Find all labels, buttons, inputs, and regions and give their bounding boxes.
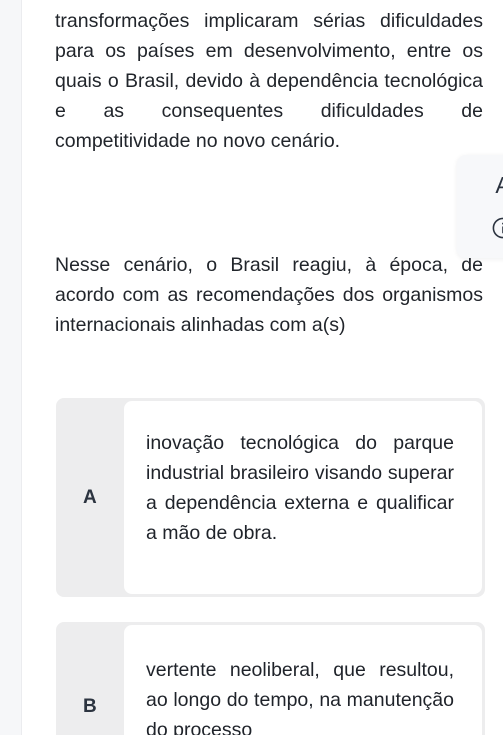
answer-option-a-letter: A <box>83 486 97 508</box>
question-stem: Nesse cenário, o Brasil reagiu, à época,… <box>55 250 483 340</box>
answer-options-list: A inovação tecnológica do parque industr… <box>56 398 485 735</box>
passage-paragraph: transformações implicaram sérias dificul… <box>55 10 483 152</box>
passage-text: transformações implicaram sérias dificul… <box>55 6 483 156</box>
left-rail <box>0 0 22 735</box>
answer-option-b-text: vertente neoliberal, que resultou, ao lo… <box>146 659 454 735</box>
question-content-scroll-area[interactable]: transformações implicaram sérias dificul… <box>23 0 503 735</box>
answer-option-a-body[interactable]: inovação tecnológica do parque industria… <box>124 401 482 594</box>
font-size-button[interactable]: A <box>488 171 503 201</box>
answer-option-a[interactable]: A inovação tecnológica do parque industr… <box>56 398 485 597</box>
answer-option-a-text: inovação tecnológica do parque industria… <box>146 432 454 544</box>
floating-side-toolbar: A <box>457 155 503 258</box>
question-screen: transformações implicaram sérias dificul… <box>0 0 503 735</box>
answer-option-b[interactable]: B vertente neoliberal, que resultou, ao … <box>56 622 485 735</box>
question-stem-paragraph: Nesse cenário, o Brasil reagiu, à época,… <box>55 254 483 336</box>
info-circle-icon <box>491 216 503 240</box>
info-button[interactable] <box>488 213 503 243</box>
answer-option-b-body[interactable]: vertente neoliberal, que resultou, ao lo… <box>124 625 482 735</box>
answer-option-b-letter: B <box>83 696 97 717</box>
letter-a-icon: A <box>495 174 503 197</box>
